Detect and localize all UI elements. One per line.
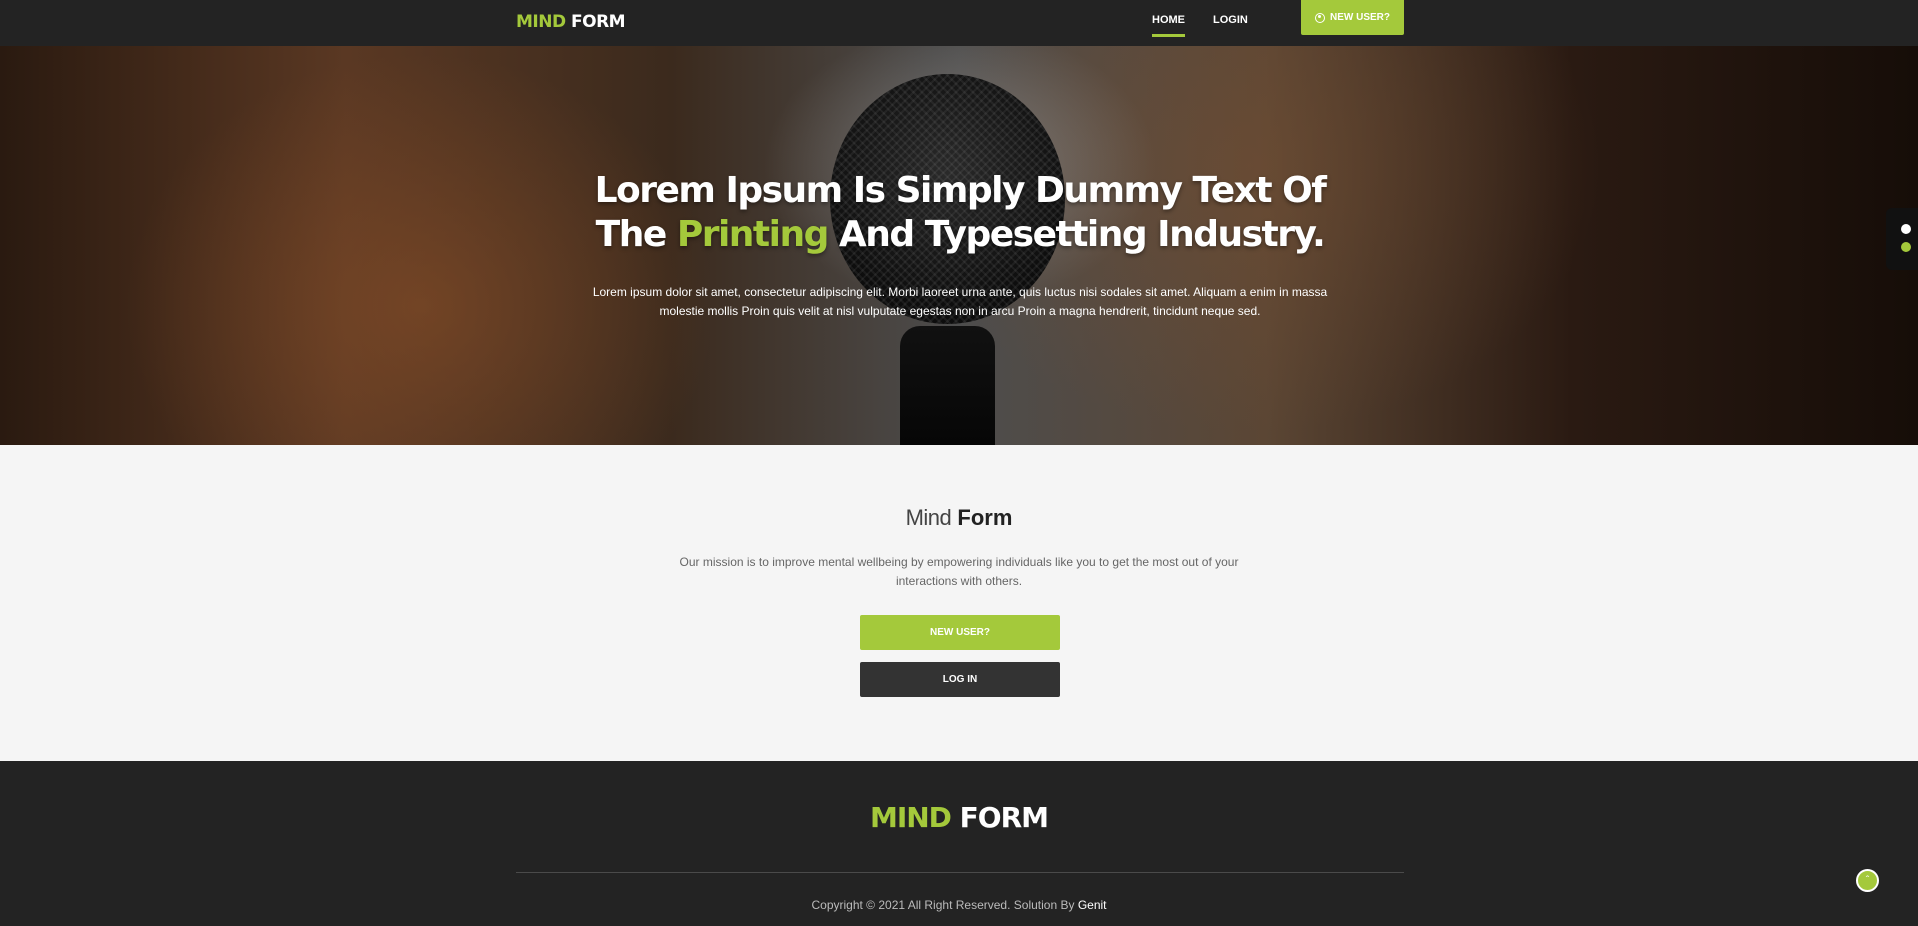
user-circle-icon xyxy=(1315,12,1325,23)
mission-section: Mind Form Our mission is to improve ment… xyxy=(0,445,1918,761)
hero-title: Lorem Ipsum Is Simply Dummy Text Of The … xyxy=(560,169,1360,257)
footer: MIND FORM Copyright © 2021 All Right Res… xyxy=(0,761,1918,926)
footer-logo-part-mind: MIND xyxy=(869,801,952,834)
slide-pagination xyxy=(1886,208,1918,270)
hero-title-line1: Lorem Ipsum Is Simply Dummy Text Of xyxy=(594,170,1327,211)
navbar: MIND FORM HOME LOGIN NEW USER? xyxy=(0,0,1918,46)
copyright-text: Copyright © 2021 All Right Reserved. Sol… xyxy=(0,898,1918,912)
nav-login[interactable]: LOGIN xyxy=(1213,14,1248,26)
hero-section: Lorem Ipsum Is Simply Dummy Text Of The … xyxy=(0,46,1918,445)
new-user-button[interactable]: NEW USER? xyxy=(860,615,1060,650)
mission-text: Our mission is to improve mental wellbei… xyxy=(679,555,1239,588)
logo-part-form: FORM xyxy=(571,12,626,32)
slide-dot-2[interactable] xyxy=(1901,242,1911,252)
hero-title-post: And Typesetting Industry. xyxy=(827,214,1326,255)
section-title: Mind Form xyxy=(0,505,1918,531)
section-title-bold: Form xyxy=(957,505,1013,530)
footer-divider xyxy=(516,872,1404,873)
nav-new-user-label: NEW USER? xyxy=(1330,12,1390,23)
login-button[interactable]: LOG IN xyxy=(860,662,1060,697)
copyright-label: Copyright © 2021 All Right Reserved. Sol… xyxy=(811,898,1078,912)
nav-home[interactable]: HOME xyxy=(1152,14,1185,37)
scroll-to-top-button[interactable]: ˆ xyxy=(1856,869,1879,892)
hero-description: Lorem ipsum dolor sit amet, consectetur … xyxy=(592,285,1328,318)
footer-logo[interactable]: MIND FORM xyxy=(0,801,1918,834)
logo-part-mind: MIND xyxy=(516,12,566,32)
footer-logo-part-form: FORM xyxy=(959,801,1049,834)
chevron-up-icon: ˆ xyxy=(1865,875,1870,886)
hero-title-pre: The xyxy=(595,214,677,255)
nav-new-user-button[interactable]: NEW USER? xyxy=(1301,0,1404,35)
section-title-light: Mind xyxy=(905,505,952,530)
logo[interactable]: MIND FORM xyxy=(516,12,626,32)
company-link[interactable]: Genit xyxy=(1078,898,1107,912)
microphone-stand-image xyxy=(900,326,995,445)
slide-dot-1[interactable] xyxy=(1901,224,1911,234)
hero-title-highlight: Printing xyxy=(676,214,830,255)
